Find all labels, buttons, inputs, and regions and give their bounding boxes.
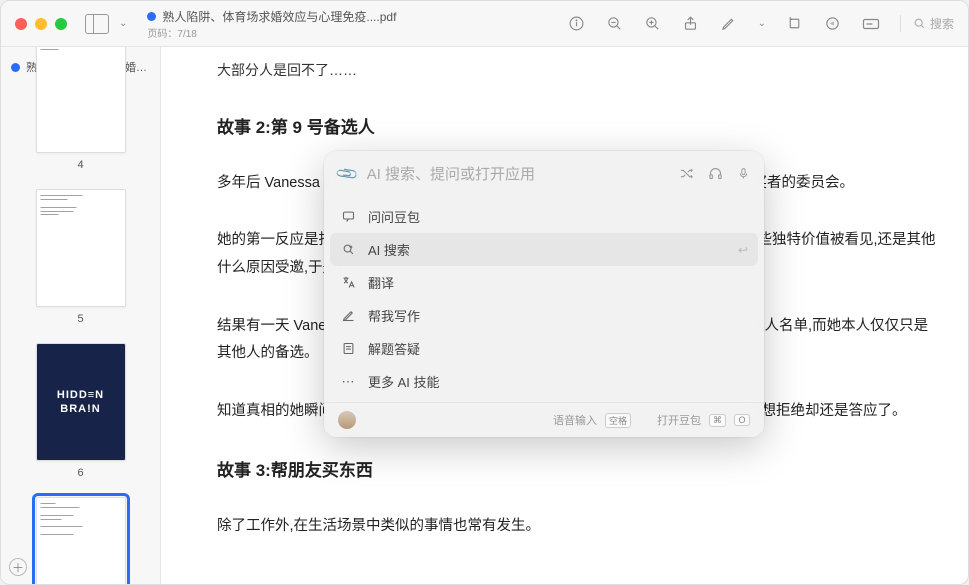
search-icon: [913, 17, 926, 30]
open-doubao-hint: 打开豆包: [657, 412, 701, 428]
app-window: ⌄ 熟人陷阱、体育场求婚效应与心理免疫....pdf 页码：7/18 ⌄ 搜索: [0, 0, 969, 585]
key-hint: ⌘: [709, 414, 726, 427]
chevron-down-icon[interactable]: ⌄: [758, 18, 766, 29]
close-window-button[interactable]: [15, 18, 27, 30]
thumbnail-page-number: 4: [77, 159, 83, 171]
thumbnail-item[interactable]: HIDD≡N BRA!N 6: [1, 343, 160, 479]
info-icon[interactable]: [568, 15, 586, 33]
markup-icon[interactable]: [824, 15, 842, 33]
document-title: 熟人陷阱、体育场求婚效应与心理免疫....pdf: [162, 8, 396, 25]
thumbnail-item[interactable]: ▬▬▬▬▬▬▬▬▬▬▬▬▬▬▬▬▬▬▬▬▬▬▬▬▬▬▬▬▬▬▬▬▬▬▬▬▬▬▬▬…: [1, 189, 160, 325]
thumbnail-sidebar: 熟人陷阱、体育场求婚… ▬▬▬▬▬▬▬▬▬▬▬▬▬▬▬▬▬▬▬▬▬▬ 4 ▬▬▬…: [1, 47, 161, 584]
toolbar-search[interactable]: 搜索: [900, 15, 954, 32]
traffic-lights: [15, 18, 67, 30]
doc-icon: [340, 341, 356, 357]
popup-list: 问问豆包 AI 搜索 ↩ 翻译 帮我写作 解题答疑 ⋯ 更多 AI 技能: [324, 196, 764, 402]
ai-assistant-popup: 📎 AI 搜索、提问或打开应用 问问豆包 AI 搜索 ↩ 翻译: [324, 151, 764, 437]
popup-item-ask-doubao[interactable]: 问问豆包: [324, 200, 764, 233]
popup-item-homework[interactable]: 解题答疑: [324, 332, 764, 365]
popup-footer: 语音输入 空格 打开豆包 ⌘ O: [324, 402, 764, 437]
rotate-icon[interactable]: [786, 15, 804, 33]
avatar[interactable]: [338, 411, 356, 429]
page-indicator: 页码：7/18: [147, 25, 396, 40]
annotate-icon[interactable]: [720, 15, 738, 33]
popup-item-ai-search[interactable]: AI 搜索 ↩: [330, 233, 758, 266]
toolbar-right: ⌄ 搜索: [568, 15, 954, 33]
heading: 故事 2:第 9 号备选人: [217, 112, 938, 144]
page-thumbnail[interactable]: HIDD≡N BRA!N: [36, 343, 126, 461]
zoom-in-icon[interactable]: [644, 15, 662, 33]
highlight-icon[interactable]: [862, 15, 880, 33]
popup-item-translate[interactable]: 翻译: [324, 266, 764, 299]
popup-item-more-skills[interactable]: ⋯ 更多 AI 技能: [324, 365, 764, 398]
zoom-out-icon[interactable]: [606, 15, 624, 33]
popup-search-row: 📎 AI 搜索、提问或打开应用: [324, 151, 764, 196]
shuffle-icon[interactable]: [679, 166, 694, 181]
heading: 故事 3:帮朋友买东西: [217, 455, 938, 487]
document-status-dot-icon: [11, 63, 20, 72]
fullscreen-window-button[interactable]: [55, 18, 67, 30]
share-icon[interactable]: [682, 15, 700, 33]
key-hint: O: [734, 414, 750, 426]
ai-search-input[interactable]: AI 搜索、提问或打开应用: [367, 163, 669, 184]
minimize-window-button[interactable]: [35, 18, 47, 30]
add-page-button[interactable]: ＋: [9, 558, 27, 576]
microphone-icon[interactable]: [737, 166, 750, 181]
paragraph: 大部分人是回不了……: [217, 57, 938, 84]
paragraph: 除了工作外,在生活场景中类似的事情也常有发生。: [217, 513, 938, 541]
document-status-dot-icon: [147, 12, 156, 21]
title-block: 熟人陷阱、体育场求婚效应与心理免疫....pdf 页码：7/18: [147, 8, 396, 40]
page-thumbnail[interactable]: ▬▬▬▬▬▬▬▬▬▬▬▬▬▬▬▬▬▬▬▬▬▬▬▬▬▬▬▬▬▬▬▬▬▬▬▬▬▬▬▬…: [36, 189, 126, 307]
popup-item-write[interactable]: 帮我写作: [324, 299, 764, 332]
chevron-down-icon[interactable]: ⌄: [119, 18, 127, 29]
attachment-icon[interactable]: 📎: [334, 161, 360, 187]
ai-search-icon: [340, 242, 356, 258]
thumbnail-page-number: 5: [77, 313, 83, 325]
voice-input-hint: 语音输入: [553, 412, 597, 428]
pencil-icon: [340, 308, 356, 324]
key-hint: 空格: [605, 413, 631, 428]
sidebar-toggle-button[interactable]: [85, 14, 109, 34]
dots-icon: ⋯: [340, 374, 356, 390]
page-thumbnail[interactable]: ▬▬▬▬▬▬▬▬▬▬▬▬▬▬▬▬▬▬▬▬▬▬: [36, 47, 126, 153]
titlebar: ⌄ 熟人陷阱、体育场求婚效应与心理免疫....pdf 页码：7/18 ⌄ 搜索: [1, 1, 968, 47]
translate-icon: [340, 275, 356, 291]
thumbnail-page-number: 6: [77, 467, 83, 479]
headphones-icon[interactable]: [708, 166, 723, 181]
chat-icon: [340, 209, 356, 225]
page-thumbnail[interactable]: ▬▬▬▬▬▬▬▬▬▬▬▬▬▬▬▬▬▬▬▬▬▬▬▬▬▬▬▬▬▬▬▬▬▬▬▬▬▬▬▬…: [36, 497, 126, 584]
enter-key-icon: ↩: [738, 243, 748, 257]
